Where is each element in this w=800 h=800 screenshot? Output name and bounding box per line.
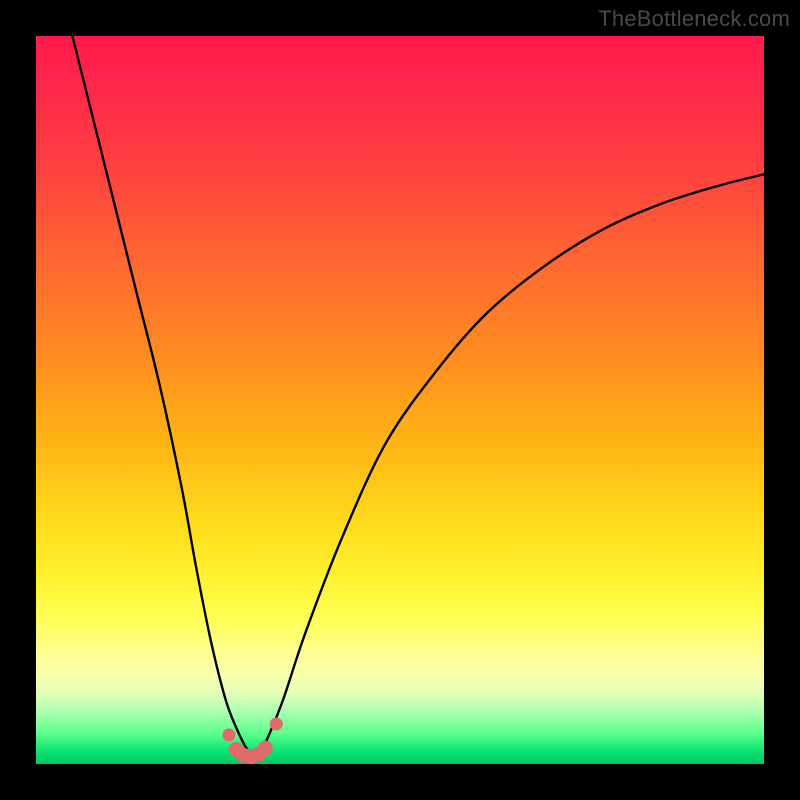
plot-area: [36, 36, 764, 764]
marker-dot: [270, 717, 283, 730]
marker-cluster: [222, 717, 282, 764]
bottleneck-curve-path: [72, 36, 764, 757]
chart-frame: TheBottleneck.com: [0, 0, 800, 800]
curve-svg: [36, 36, 764, 764]
marker-dot: [258, 740, 273, 755]
marker-dot: [222, 728, 235, 741]
watermark-text: TheBottleneck.com: [598, 6, 790, 32]
